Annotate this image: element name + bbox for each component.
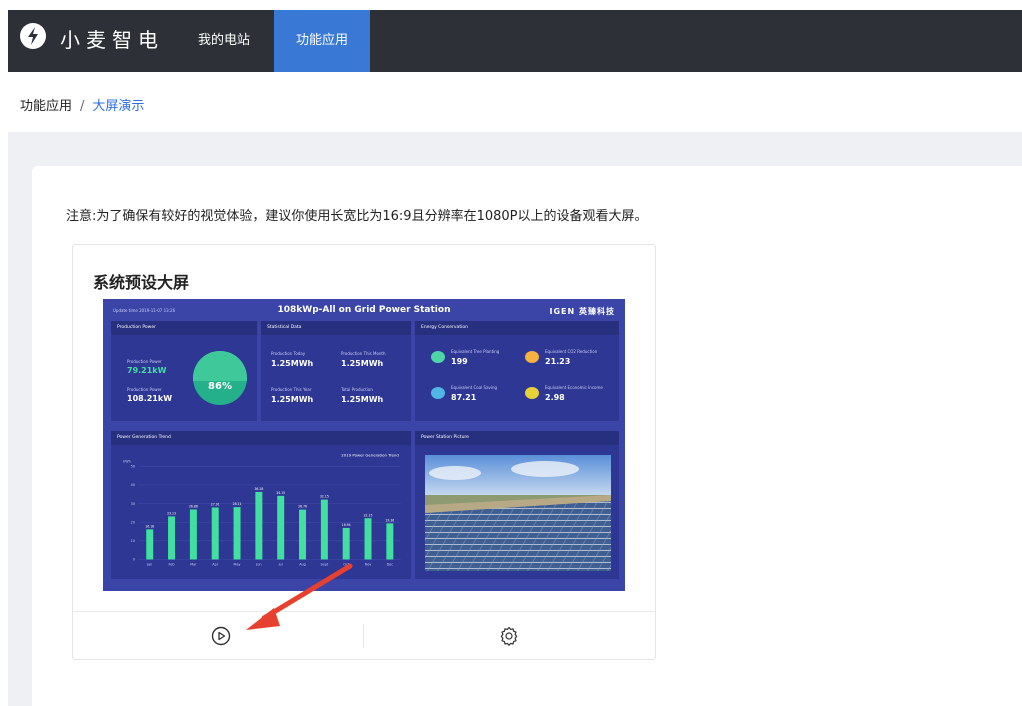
stat-label: Total Production	[341, 387, 373, 392]
preset-screen-card: 系统预设大屏 Update time 2019-11-07 13:26 108k…	[72, 244, 656, 660]
production-power-heading: Production Power	[111, 321, 257, 335]
chart-category-label: Mar	[190, 562, 197, 566]
annotation-arrow	[246, 563, 353, 630]
chart-value-label: 36.28	[254, 487, 263, 491]
footer-divider	[363, 624, 364, 648]
chart-bar	[211, 507, 219, 560]
energy-label: Equivalent Economic Income	[545, 385, 603, 390]
production-power-panel: Production Power Production Power 79.21k…	[111, 321, 257, 421]
logo-mark	[28, 27, 38, 45]
chart-ytick-label: 10	[131, 539, 135, 543]
energy-label: Equivalent Coal Saving	[451, 385, 498, 390]
co2-icon	[525, 351, 539, 363]
breadcrumb-separator: /	[80, 99, 85, 114]
solar-farm-photo	[425, 455, 611, 571]
income-icon	[525, 387, 539, 399]
dashboard-preview[interactable]: Update time 2019-11-07 13:26 108kWp-All …	[103, 299, 625, 591]
production-label-1: Production Power	[127, 359, 162, 364]
nav-applications[interactable]: 功能应用	[274, 10, 370, 72]
notice-text: 注意:为了确保有较好的视觉体验，建议你使用长宽比为16:9且分辨率在1080P以…	[66, 209, 648, 224]
chart-bar	[189, 509, 197, 560]
chart-bar	[342, 527, 350, 560]
chart-value-label: 16.18	[145, 524, 154, 528]
brand-name[interactable]: 小麦智电	[60, 24, 164, 53]
chart-bar	[277, 495, 285, 560]
chart-category-label: Apr	[212, 562, 218, 566]
gear-icon[interactable]	[497, 624, 521, 648]
production-gauge: 86%	[193, 351, 247, 405]
top-strip	[0, 0, 1022, 10]
chart-bar	[299, 509, 307, 560]
chart-bar	[386, 523, 394, 560]
energy-value: 2.98	[545, 393, 565, 402]
breadcrumb: 功能应用 / 大屏演示	[20, 95, 144, 114]
chart-ytick-label: 50	[131, 465, 135, 469]
chart-bar	[364, 518, 372, 560]
chart-value-label: 28.11	[233, 502, 242, 506]
chart-bar	[146, 529, 154, 560]
stat-value: 1.25MWh	[341, 359, 384, 368]
chart-value-label: 22.15	[364, 513, 373, 517]
trend-heading: Power Generation Trend	[111, 431, 411, 445]
chart-bar	[168, 516, 176, 560]
chart-ytick-label: 40	[131, 483, 135, 487]
trend-chart: 2019 Power Generation Trend kWh 0 10 20 30 4…	[123, 453, 401, 566]
gauge-percent: 86%	[208, 381, 232, 392]
preview-title: 108kWp-All on Grid Power Station	[277, 305, 451, 315]
statistical-data-panel: Statistical Data Production Today 1.25MW…	[261, 321, 411, 421]
chart-value-label: 23.13	[167, 511, 176, 515]
chart-value-label: 26.76	[298, 505, 307, 509]
chart-value-label: 32.15	[320, 495, 329, 499]
stat-value: 1.25MWh	[271, 395, 314, 404]
stat-value: 1.25MWh	[341, 395, 384, 404]
chart-category-label: Jan	[146, 562, 152, 566]
preview-brand: IGEN 英臻科技	[549, 307, 615, 316]
breadcrumb-current[interactable]: 大屏演示	[92, 99, 144, 114]
energy-label: Equivalent CO2 Reduction	[545, 349, 598, 354]
statistical-heading: Statistical Data	[261, 321, 411, 335]
picture-heading: Power Station Picture	[415, 431, 619, 445]
chart-ytick-label: 0	[133, 558, 135, 562]
chart-category-label: Dec	[387, 562, 394, 566]
chart-ytick-label: 30	[131, 502, 135, 506]
stat-label: Production This Year	[271, 387, 312, 392]
coal-icon	[431, 387, 445, 399]
trend-panel: Power Generation Trend 2019 Power Genera…	[111, 431, 411, 579]
energy-value: 199	[451, 357, 468, 366]
chart-title: 2019 Power Generation Trend	[341, 453, 399, 458]
energy-value: 21.23	[545, 357, 571, 366]
top-navbar: 小麦智电 我的电站 功能应用	[8, 10, 1022, 72]
chart-bar	[320, 499, 328, 560]
nav-my-stations[interactable]: 我的电站	[198, 10, 250, 72]
chart-value-label: 34.15	[276, 491, 285, 495]
station-picture-panel: Power Station Picture	[415, 431, 619, 579]
chart-ytick-label: 20	[131, 520, 135, 524]
chart-bar	[255, 491, 263, 560]
chart-category-label: Feb	[169, 562, 175, 566]
production-value-1: 79.21kW	[127, 366, 167, 375]
chart-category-label: Nov	[365, 562, 372, 566]
logo-icon[interactable]	[20, 23, 46, 49]
chart-value-label: 16.94	[342, 523, 351, 527]
production-label-2: Production Power	[127, 387, 162, 392]
play-circle-icon[interactable]	[209, 624, 233, 648]
energy-value: 87.21	[451, 393, 477, 402]
tree-icon	[431, 351, 445, 363]
stat-value: 1.25MWh	[271, 359, 314, 368]
production-value-2: 108.21kW	[127, 394, 173, 403]
chart-value-label: 27.91	[211, 503, 220, 507]
energy-heading: Energy Conservation	[415, 321, 619, 335]
chart-ylabel: kWh	[123, 459, 130, 463]
chart-bar	[233, 507, 241, 560]
energy-conservation-panel: Energy Conservation Equivalent Tree Plan…	[415, 321, 619, 421]
energy-label: Equivalent Tree Planting	[451, 349, 500, 354]
chart-value-label: 26.86	[189, 505, 198, 509]
card-actions	[73, 611, 655, 659]
chart-value-label: 19.36	[385, 518, 394, 522]
stat-label: Production This Month	[341, 351, 386, 356]
gauge-wave	[193, 351, 247, 381]
card-title: 系统预设大屏	[93, 273, 190, 292]
breadcrumb-parent[interactable]: 功能应用	[20, 99, 72, 114]
stat-label: Production Today	[271, 351, 306, 356]
